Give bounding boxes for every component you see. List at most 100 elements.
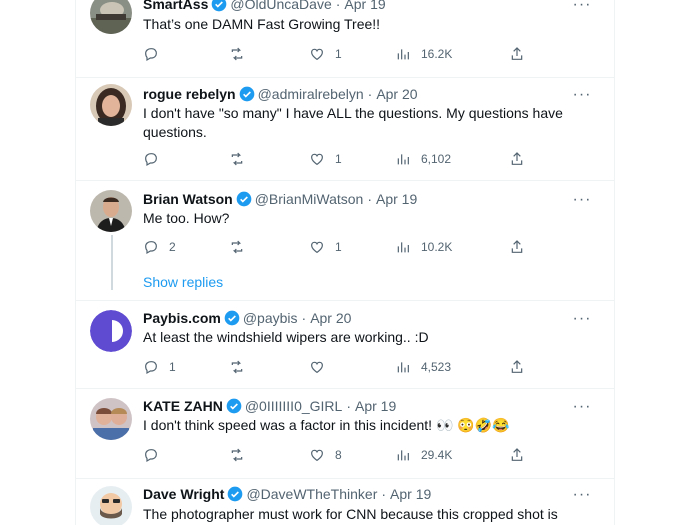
share-button[interactable] bbox=[509, 237, 525, 257]
tweet-text: I don't think speed was a factor in this… bbox=[143, 417, 510, 433]
display-name[interactable]: SmartAss bbox=[143, 0, 208, 14]
tweet-text: Me too. How? bbox=[143, 210, 230, 226]
like-button[interactable] bbox=[309, 357, 335, 377]
tweet-text: The photographer must work for CNN becau… bbox=[143, 506, 558, 522]
separator-dot: · bbox=[301, 310, 307, 326]
avatar[interactable] bbox=[90, 84, 132, 126]
retweet-icon bbox=[231, 360, 243, 374]
display-name[interactable]: KATE ZAHN bbox=[143, 396, 223, 416]
separator-dot: · bbox=[367, 191, 372, 207]
views-button[interactable]: 16.2K bbox=[395, 44, 452, 64]
heart-icon bbox=[311, 449, 323, 462]
more-options-icon[interactable]: ··· bbox=[572, 399, 592, 420]
separator-dot: · bbox=[367, 86, 373, 102]
tweet-dave-wright[interactable]: Dave Wright @DaveWTheThinker · Apr 19 ··… bbox=[76, 478, 614, 525]
share-button[interactable] bbox=[509, 44, 525, 64]
tweet-paybis[interactable]: Paybis.com @paybis · Apr 20 ··· At least… bbox=[76, 300, 614, 389]
view-count: 16.2K bbox=[421, 47, 453, 61]
heart-icon bbox=[311, 361, 323, 374]
reply-button[interactable]: 1 bbox=[143, 357, 176, 377]
separator-dot: · bbox=[346, 398, 351, 414]
show-replies-link[interactable]: Show replies bbox=[143, 272, 223, 292]
share-icon bbox=[511, 240, 523, 253]
like-button[interactable]: 1 bbox=[309, 44, 342, 64]
verified-badge-icon bbox=[226, 398, 242, 414]
more-options-icon[interactable]: ··· bbox=[572, 87, 592, 108]
reply-thread: SmartAss @OldUncaDave · Apr 19 ··· That’… bbox=[75, 0, 615, 525]
reply-icon bbox=[145, 153, 157, 167]
reply-button[interactable] bbox=[143, 445, 169, 465]
user-handle[interactable]: @admiralrebelyn bbox=[258, 84, 364, 104]
heart-icon bbox=[311, 241, 323, 254]
separator-dot: · bbox=[335, 0, 341, 12]
retweet-button[interactable] bbox=[229, 44, 255, 64]
display-name[interactable]: rogue rebelyn bbox=[143, 84, 236, 104]
retweet-button[interactable] bbox=[229, 357, 255, 377]
tweet-brian-watson[interactable]: Brian Watson @BrianMiWatson · Apr 19 ···… bbox=[76, 180, 614, 301]
views-button[interactable]: 6,102 bbox=[395, 149, 451, 169]
reply-button[interactable] bbox=[143, 149, 169, 169]
tweet-actions: 8 29.4K bbox=[143, 445, 563, 465]
display-name[interactable]: Dave Wright bbox=[143, 484, 224, 504]
more-options-icon[interactable]: ··· bbox=[572, 192, 592, 213]
share-button[interactable] bbox=[509, 357, 525, 377]
views-chart-icon bbox=[397, 49, 409, 60]
tweet-date[interactable]: Apr 19 bbox=[344, 0, 385, 14]
more-options-icon[interactable]: ··· bbox=[572, 487, 592, 508]
avatar[interactable] bbox=[90, 0, 132, 34]
heart-icon bbox=[311, 153, 323, 166]
views-button[interactable]: 10.2K bbox=[395, 237, 452, 257]
thread-connector bbox=[111, 235, 113, 290]
display-name[interactable]: Paybis.com bbox=[143, 308, 221, 328]
tweet-text: At least the windshield wipers are worki… bbox=[143, 329, 429, 345]
reply-icon bbox=[145, 241, 157, 255]
avatar[interactable] bbox=[90, 398, 132, 440]
avatar[interactable] bbox=[90, 486, 132, 525]
more-options-icon[interactable]: ··· bbox=[572, 311, 592, 332]
tweet-date[interactable]: Apr 20 bbox=[310, 308, 351, 328]
share-button[interactable] bbox=[509, 149, 525, 169]
share-icon bbox=[511, 47, 523, 60]
verified-badge-icon bbox=[239, 86, 255, 102]
verified-badge-icon bbox=[227, 486, 243, 502]
share-icon bbox=[511, 448, 523, 461]
tweet-date[interactable]: Apr 19 bbox=[390, 484, 431, 504]
like-button[interactable]: 1 bbox=[309, 237, 342, 257]
retweet-icon bbox=[231, 47, 243, 61]
verified-badge-icon bbox=[211, 0, 227, 12]
like-count: 8 bbox=[335, 448, 342, 462]
avatar[interactable] bbox=[90, 190, 132, 232]
reply-button[interactable] bbox=[143, 44, 169, 64]
views-chart-icon bbox=[397, 154, 409, 165]
user-handle[interactable]: @BrianMiWatson bbox=[255, 189, 364, 209]
view-count: 6,102 bbox=[421, 152, 452, 166]
tweet-date[interactable]: Apr 19 bbox=[376, 189, 417, 209]
views-button[interactable]: 29.4K bbox=[395, 445, 452, 465]
display-name[interactable]: Brian Watson bbox=[143, 189, 233, 209]
verified-badge-icon bbox=[224, 310, 240, 326]
tweet-date[interactable]: Apr 20 bbox=[376, 84, 417, 104]
tweet-date[interactable]: Apr 19 bbox=[355, 396, 396, 416]
tweet-kate-zahn[interactable]: KATE ZAHN @0IIIIIII0_GIRL · Apr 19 ··· I… bbox=[76, 388, 614, 479]
retweet-button[interactable] bbox=[229, 445, 255, 465]
user-handle[interactable]: @0IIIIIII0_GIRL bbox=[245, 396, 342, 416]
user-handle[interactable]: @paybis bbox=[243, 308, 298, 328]
reply-icon bbox=[145, 449, 157, 463]
reply-icon bbox=[145, 48, 157, 62]
reply-button[interactable]: 2 bbox=[143, 237, 176, 257]
user-handle[interactable]: @OldUncaDave bbox=[230, 0, 331, 14]
like-button[interactable]: 1 bbox=[309, 149, 342, 169]
tweet-smartass[interactable]: SmartAss @OldUncaDave · Apr 19 ··· That’… bbox=[76, 0, 614, 78]
like-count: 1 bbox=[335, 47, 342, 61]
avatar[interactable] bbox=[90, 310, 132, 352]
user-handle[interactable]: @DaveWTheThinker bbox=[246, 484, 377, 504]
retweet-button[interactable] bbox=[229, 149, 255, 169]
view-count: 29.4K bbox=[421, 448, 453, 462]
like-button[interactable]: 8 bbox=[309, 445, 342, 465]
views-button[interactable]: 4,523 bbox=[395, 357, 451, 377]
share-button[interactable] bbox=[509, 445, 525, 465]
more-options-icon[interactable]: ··· bbox=[572, 0, 592, 18]
retweet-icon bbox=[231, 152, 243, 166]
retweet-button[interactable] bbox=[229, 237, 255, 257]
tweet-rogue-rebelyn[interactable]: rogue rebelyn @admiralrebelyn · Apr 20 ·… bbox=[76, 77, 614, 181]
